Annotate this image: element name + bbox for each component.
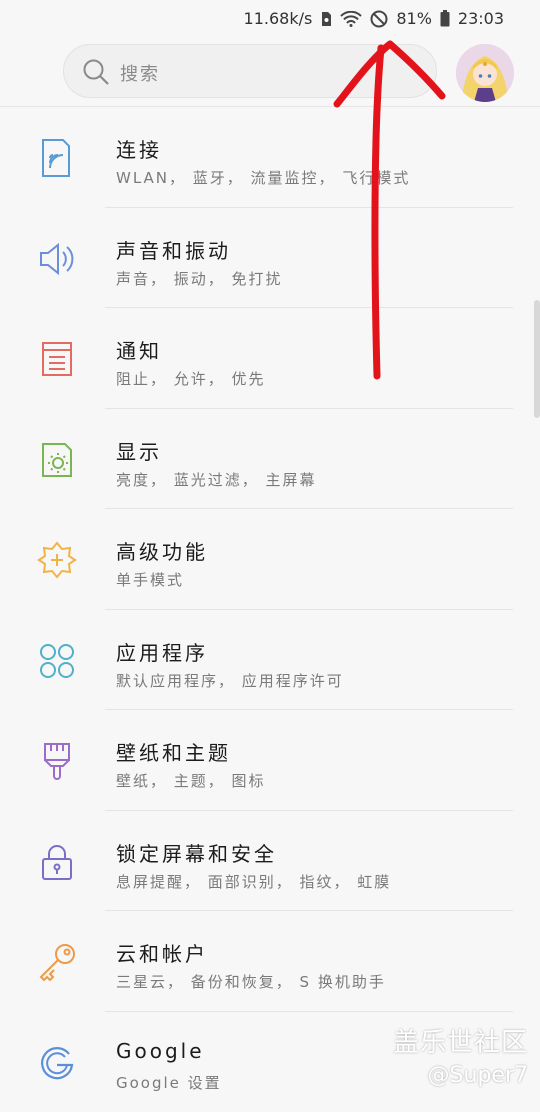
search-input[interactable]: 搜索 (63, 44, 437, 98)
connection-icon (36, 137, 78, 179)
clock: 23:03 (458, 9, 504, 28)
settings-item-title: 连接 (116, 134, 162, 163)
watermark-title: 盖乐世社区 (393, 1022, 528, 1059)
top-bar: 搜索 (0, 44, 540, 106)
settings-item-display[interactable]: 显示 亮度， 蓝光过滤， 主屏幕 (0, 409, 540, 510)
status-bar: 11.68k/s 81% 23:03 (0, 0, 540, 38)
settings-item-subtitle: 三星云， 备份和恢复， S 换机助手 (116, 971, 386, 992)
settings-item-subtitle: 壁纸， 主题， 图标 (116, 770, 266, 791)
settings-list: 连接 WLAN， 蓝牙， 流量监控， 飞行模式 声音和振动 声音， 振动， 免打… (0, 107, 540, 1112)
settings-item-connections[interactable]: 连接 WLAN， 蓝牙， 流量监控， 飞行模式 (0, 107, 540, 208)
search-placeholder: 搜索 (120, 60, 160, 86)
settings-item-wallpapers-themes[interactable]: 壁纸和主题 壁纸， 主题， 图标 (0, 710, 540, 811)
settings-item-subtitle: WLAN， 蓝牙， 流量监控， 飞行模式 (116, 167, 410, 188)
notification-icon (36, 338, 78, 380)
battery-icon (440, 10, 450, 27)
advanced-features-icon (36, 539, 78, 581)
google-icon (36, 1042, 78, 1084)
settings-item-title: 显示 (116, 436, 162, 465)
settings-item-title: 云和帐户 (116, 938, 208, 967)
settings-item-title: 应用程序 (116, 637, 208, 666)
key-icon (36, 941, 78, 983)
settings-item-advanced-features[interactable]: 高级功能 单手模式 (0, 509, 540, 610)
settings-item-sound[interactable]: 声音和振动 声音， 振动， 免打扰 (0, 208, 540, 309)
settings-item-title: 壁纸和主题 (116, 737, 231, 766)
speaker-icon (36, 238, 78, 280)
settings-item-subtitle: 单手模式 (116, 569, 184, 590)
settings-item-subtitle: 亮度， 蓝光过滤， 主屏幕 (116, 469, 317, 490)
brush-icon (36, 740, 78, 782)
settings-item-subtitle: 阻止， 允许， 优先 (116, 368, 266, 389)
battery-percent: 81% (396, 9, 432, 28)
sim-icon (320, 11, 332, 27)
settings-item-lock-screen-security[interactable]: 锁定屏幕和安全 息屏提醒， 面部识别， 指纹， 虹膜 (0, 811, 540, 912)
apps-icon (36, 640, 78, 682)
settings-item-cloud-accounts[interactable]: 云和帐户 三星云， 备份和恢复， S 换机助手 (0, 911, 540, 1012)
settings-item-title: Google (116, 1039, 205, 1063)
wifi-icon (340, 11, 362, 27)
settings-item-subtitle: 息屏提醒， 面部识别， 指纹， 虹膜 (116, 871, 391, 892)
settings-item-title: 通知 (116, 335, 162, 364)
settings-item-subtitle: 声音， 振动， 免打扰 (116, 268, 283, 289)
settings-item-title: 声音和振动 (116, 235, 231, 264)
settings-item-title: 高级功能 (116, 536, 208, 565)
settings-item-subtitle: Google 设置 (116, 1072, 222, 1093)
watermark: 盖乐世社区 @Super7 (393, 1022, 528, 1088)
network-speed: 11.68k/s (244, 9, 313, 28)
settings-item-subtitle: 默认应用程序， 应用程序许可 (116, 670, 344, 691)
display-icon (36, 439, 78, 481)
search-icon (82, 58, 110, 90)
settings-item-apps[interactable]: 应用程序 默认应用程序， 应用程序许可 (0, 610, 540, 711)
avatar[interactable] (456, 44, 514, 102)
lock-icon (36, 841, 78, 883)
watermark-handle: @Super7 (393, 1063, 528, 1088)
scrollbar[interactable] (534, 300, 540, 418)
settings-item-notifications[interactable]: 通知 阻止， 允许， 优先 (0, 308, 540, 409)
do-not-disturb-icon (370, 10, 388, 28)
settings-item-title: 锁定屏幕和安全 (116, 838, 277, 867)
